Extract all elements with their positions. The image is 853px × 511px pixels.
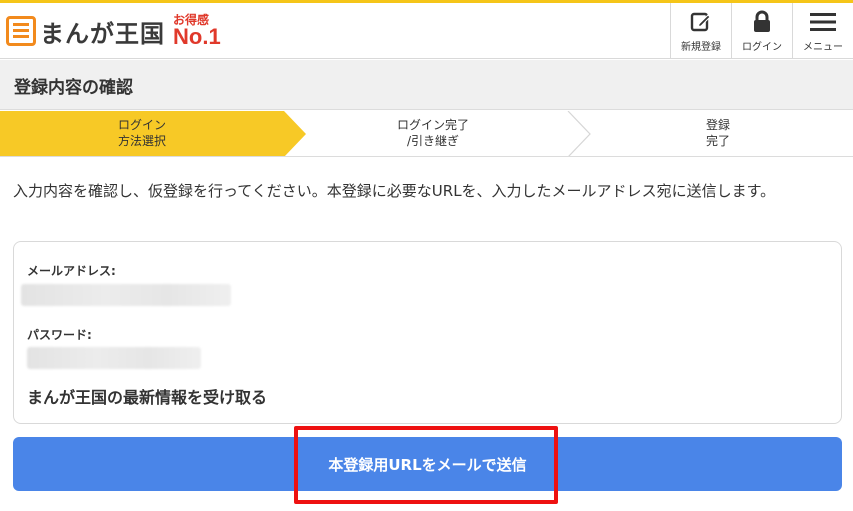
send-registration-url-button[interactable]: 本登録用URLをメールで送信	[13, 437, 842, 491]
hamburger-icon	[810, 9, 836, 35]
password-label: パスワード:	[27, 328, 92, 342]
password-value-redacted	[27, 347, 201, 369]
step-1-line1: ログイン	[117, 118, 166, 132]
header-nav: 新規登録 ログイン メニュー	[670, 3, 853, 59]
logo-book-icon	[6, 16, 36, 46]
nav-register-label: 新規登録	[681, 42, 721, 53]
nav-register[interactable]: 新規登録	[670, 3, 731, 59]
email-label: メールアドレス:	[27, 264, 116, 278]
step-2: ログイン完了 /引き継ぎ	[333, 117, 533, 149]
step-2-line2: /引き継ぎ	[406, 134, 460, 148]
step-1-line2: 方法選択	[117, 134, 166, 148]
nav-menu[interactable]: メニュー	[792, 3, 853, 59]
page-title-bar: 登録内容の確認	[0, 60, 853, 110]
nav-login[interactable]: ログイン	[731, 3, 792, 59]
promo-badge-number: No.1	[173, 24, 221, 49]
page-title: 登録内容の確認	[14, 78, 133, 98]
confirmation-card: メールアドレス: パスワード: まんが王国の最新情報を受け取る	[13, 241, 842, 424]
site-header: まんが王国 お得感 No.1 新規登録 ログイン メニュー	[0, 3, 853, 59]
promo-badge: お得感 No.1	[173, 14, 221, 48]
nav-menu-label: メニュー	[803, 42, 843, 53]
edit-icon	[690, 9, 712, 35]
step-3: 登録 完了	[618, 117, 818, 149]
intro-text: 入力内容を確認し、仮登録を行ってください。本登録に必要なURLを、入力したメール…	[13, 182, 776, 200]
step-3-line2: 完了	[705, 134, 730, 148]
logo-text: まんが王国	[40, 19, 165, 48]
step-2-arrow-edge	[567, 111, 591, 157]
step-2-line1: ログイン完了	[396, 118, 469, 132]
step-progress: ログイン 方法選択 ログイン完了 /引き継ぎ 登録 完了	[0, 111, 853, 157]
newsletter-option[interactable]: まんが王国の最新情報を受け取る	[27, 384, 267, 408]
step-1: ログイン 方法選択	[42, 117, 242, 149]
site-logo[interactable]: まんが王国 お得感 No.1	[6, 9, 221, 53]
email-value-redacted	[21, 284, 231, 306]
nav-login-label: ログイン	[742, 42, 782, 53]
step-3-line1: 登録	[705, 118, 730, 132]
lock-icon	[752, 9, 772, 35]
